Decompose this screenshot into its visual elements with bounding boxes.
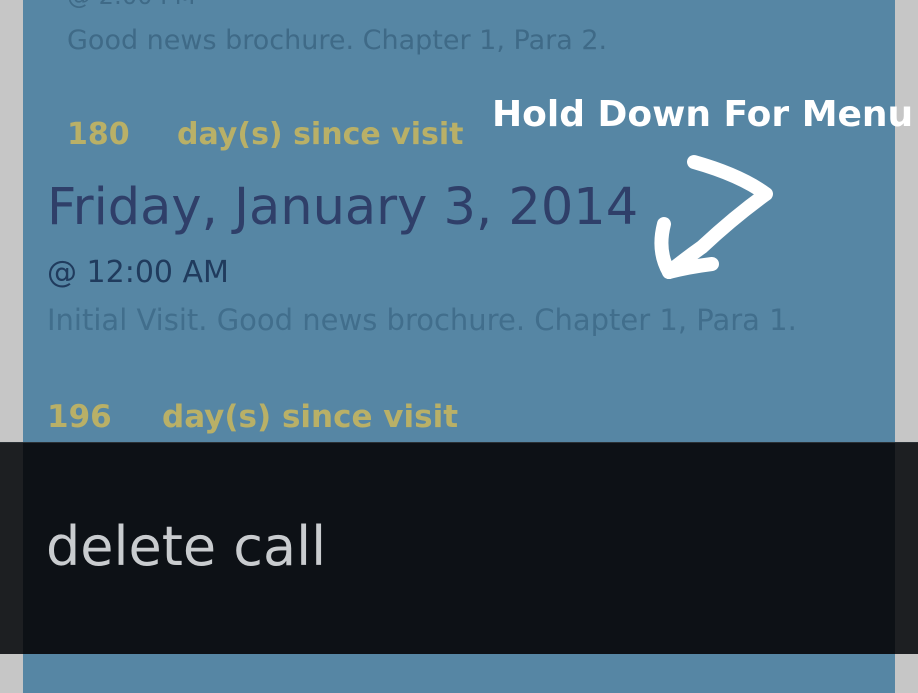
screen-frame: @ 2:00 PM Good news brochure. Chapter 1,… <box>0 0 918 693</box>
previous-visit-note: Good news brochure. Chapter 1, Para 2. <box>67 25 608 56</box>
context-menu-edge-left <box>0 442 23 654</box>
context-menu-border <box>0 442 918 443</box>
days-since-visit-count-2: 196 <box>47 399 112 435</box>
pointer-arrow-icon <box>654 155 773 279</box>
previous-visit-time: @ 2:00 PM <box>67 0 195 10</box>
visit-date: Friday, January 3, 2014 <box>47 178 639 237</box>
days-since-visit-label-2: day(s) since visit <box>162 399 459 435</box>
days-since-visit-count: 180 <box>67 117 130 152</box>
delete-call-menu-item[interactable]: delete call <box>46 515 326 578</box>
days-since-visit-label: day(s) since visit <box>177 117 464 152</box>
hold-menu-hint: Hold Down For Menu <box>492 94 914 135</box>
visit-note: Initial Visit. Good news brochure. Chapt… <box>47 303 797 337</box>
visit-time: @ 12:00 AM <box>47 255 229 290</box>
context-menu-edge-right <box>895 442 918 654</box>
